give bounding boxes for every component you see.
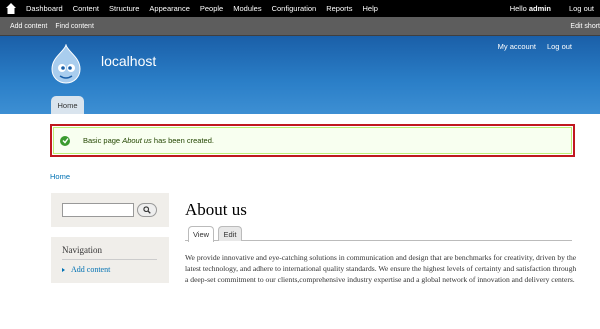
navigation-title: Navigation	[62, 245, 102, 255]
toolbar-item-people[interactable]: People	[200, 4, 223, 13]
toolbar-item-help[interactable]: Help	[362, 4, 377, 13]
toolbar-item-dashboard[interactable]: Dashboard	[26, 4, 63, 13]
main-menu-home-tab[interactable]: Home	[51, 96, 84, 114]
search-icon	[143, 206, 151, 214]
my-account-link[interactable]: My account	[498, 42, 536, 51]
breadcrumb-home[interactable]: Home	[50, 172, 70, 181]
site-header: localhost My account Log out Home	[0, 36, 600, 114]
toolbar-item-configuration[interactable]: Configuration	[272, 4, 317, 13]
drupal-logo-icon[interactable]	[49, 44, 83, 84]
toolbar-user: Hello admin Log out	[510, 0, 594, 17]
navigation-divider	[62, 259, 157, 260]
site-name[interactable]: localhost	[101, 53, 156, 69]
page-body: We provide innovative and eye-catching s…	[185, 253, 577, 285]
status-prefix: Basic page	[83, 136, 121, 145]
page-title: About us	[185, 200, 247, 219]
status-text: Basic page About us has been created.	[83, 136, 214, 145]
toolbar-item-reports[interactable]: Reports	[326, 4, 352, 13]
shortcut-find-content[interactable]: Find content	[55, 23, 94, 30]
shortcut-links: Add content Find content	[10, 17, 102, 36]
admin-toolbar: Dashboard Content Structure Appearance P…	[0, 0, 600, 17]
header-logout-link[interactable]: Log out	[547, 42, 572, 51]
nav-item-label: Add content	[71, 265, 111, 274]
toolbar-item-appearance[interactable]: Appearance	[149, 4, 189, 13]
nav-item-add-content[interactable]: Add content	[62, 265, 110, 274]
edit-shortcuts-link[interactable]: Edit short	[570, 17, 600, 36]
secondary-menu: My account Log out	[487, 42, 572, 51]
toolbar-item-modules[interactable]: Modules	[233, 4, 261, 13]
tab-view[interactable]: View	[188, 226, 214, 242]
navigation-block: Navigation Add content	[51, 237, 169, 283]
search-block	[51, 193, 169, 227]
status-suffix: has been created.	[153, 136, 214, 145]
status-message: Basic page About us has been created.	[53, 127, 572, 154]
toolbar-logout-link[interactable]: Log out	[569, 4, 594, 13]
local-tabs: View Edit	[185, 224, 572, 242]
toolbar-item-content[interactable]: Content	[73, 4, 99, 13]
username-link[interactable]: admin	[529, 4, 551, 13]
toolbar-menu: Dashboard Content Structure Appearance P…	[26, 0, 388, 17]
success-check-icon	[60, 135, 70, 146]
bullet-icon	[62, 267, 65, 272]
toolbar-item-structure[interactable]: Structure	[109, 4, 139, 13]
shortcut-add-content[interactable]: Add content	[10, 23, 47, 30]
hello-label: Hello	[509, 4, 527, 13]
status-title: About us	[122, 136, 152, 145]
home-icon[interactable]	[6, 3, 16, 14]
tab-edit[interactable]: Edit	[218, 226, 242, 241]
search-button[interactable]	[137, 203, 157, 217]
hello-text: Hello admin	[510, 4, 551, 13]
search-input[interactable]	[62, 203, 134, 217]
shortcut-bar: Add content Find content Edit short	[0, 17, 600, 36]
